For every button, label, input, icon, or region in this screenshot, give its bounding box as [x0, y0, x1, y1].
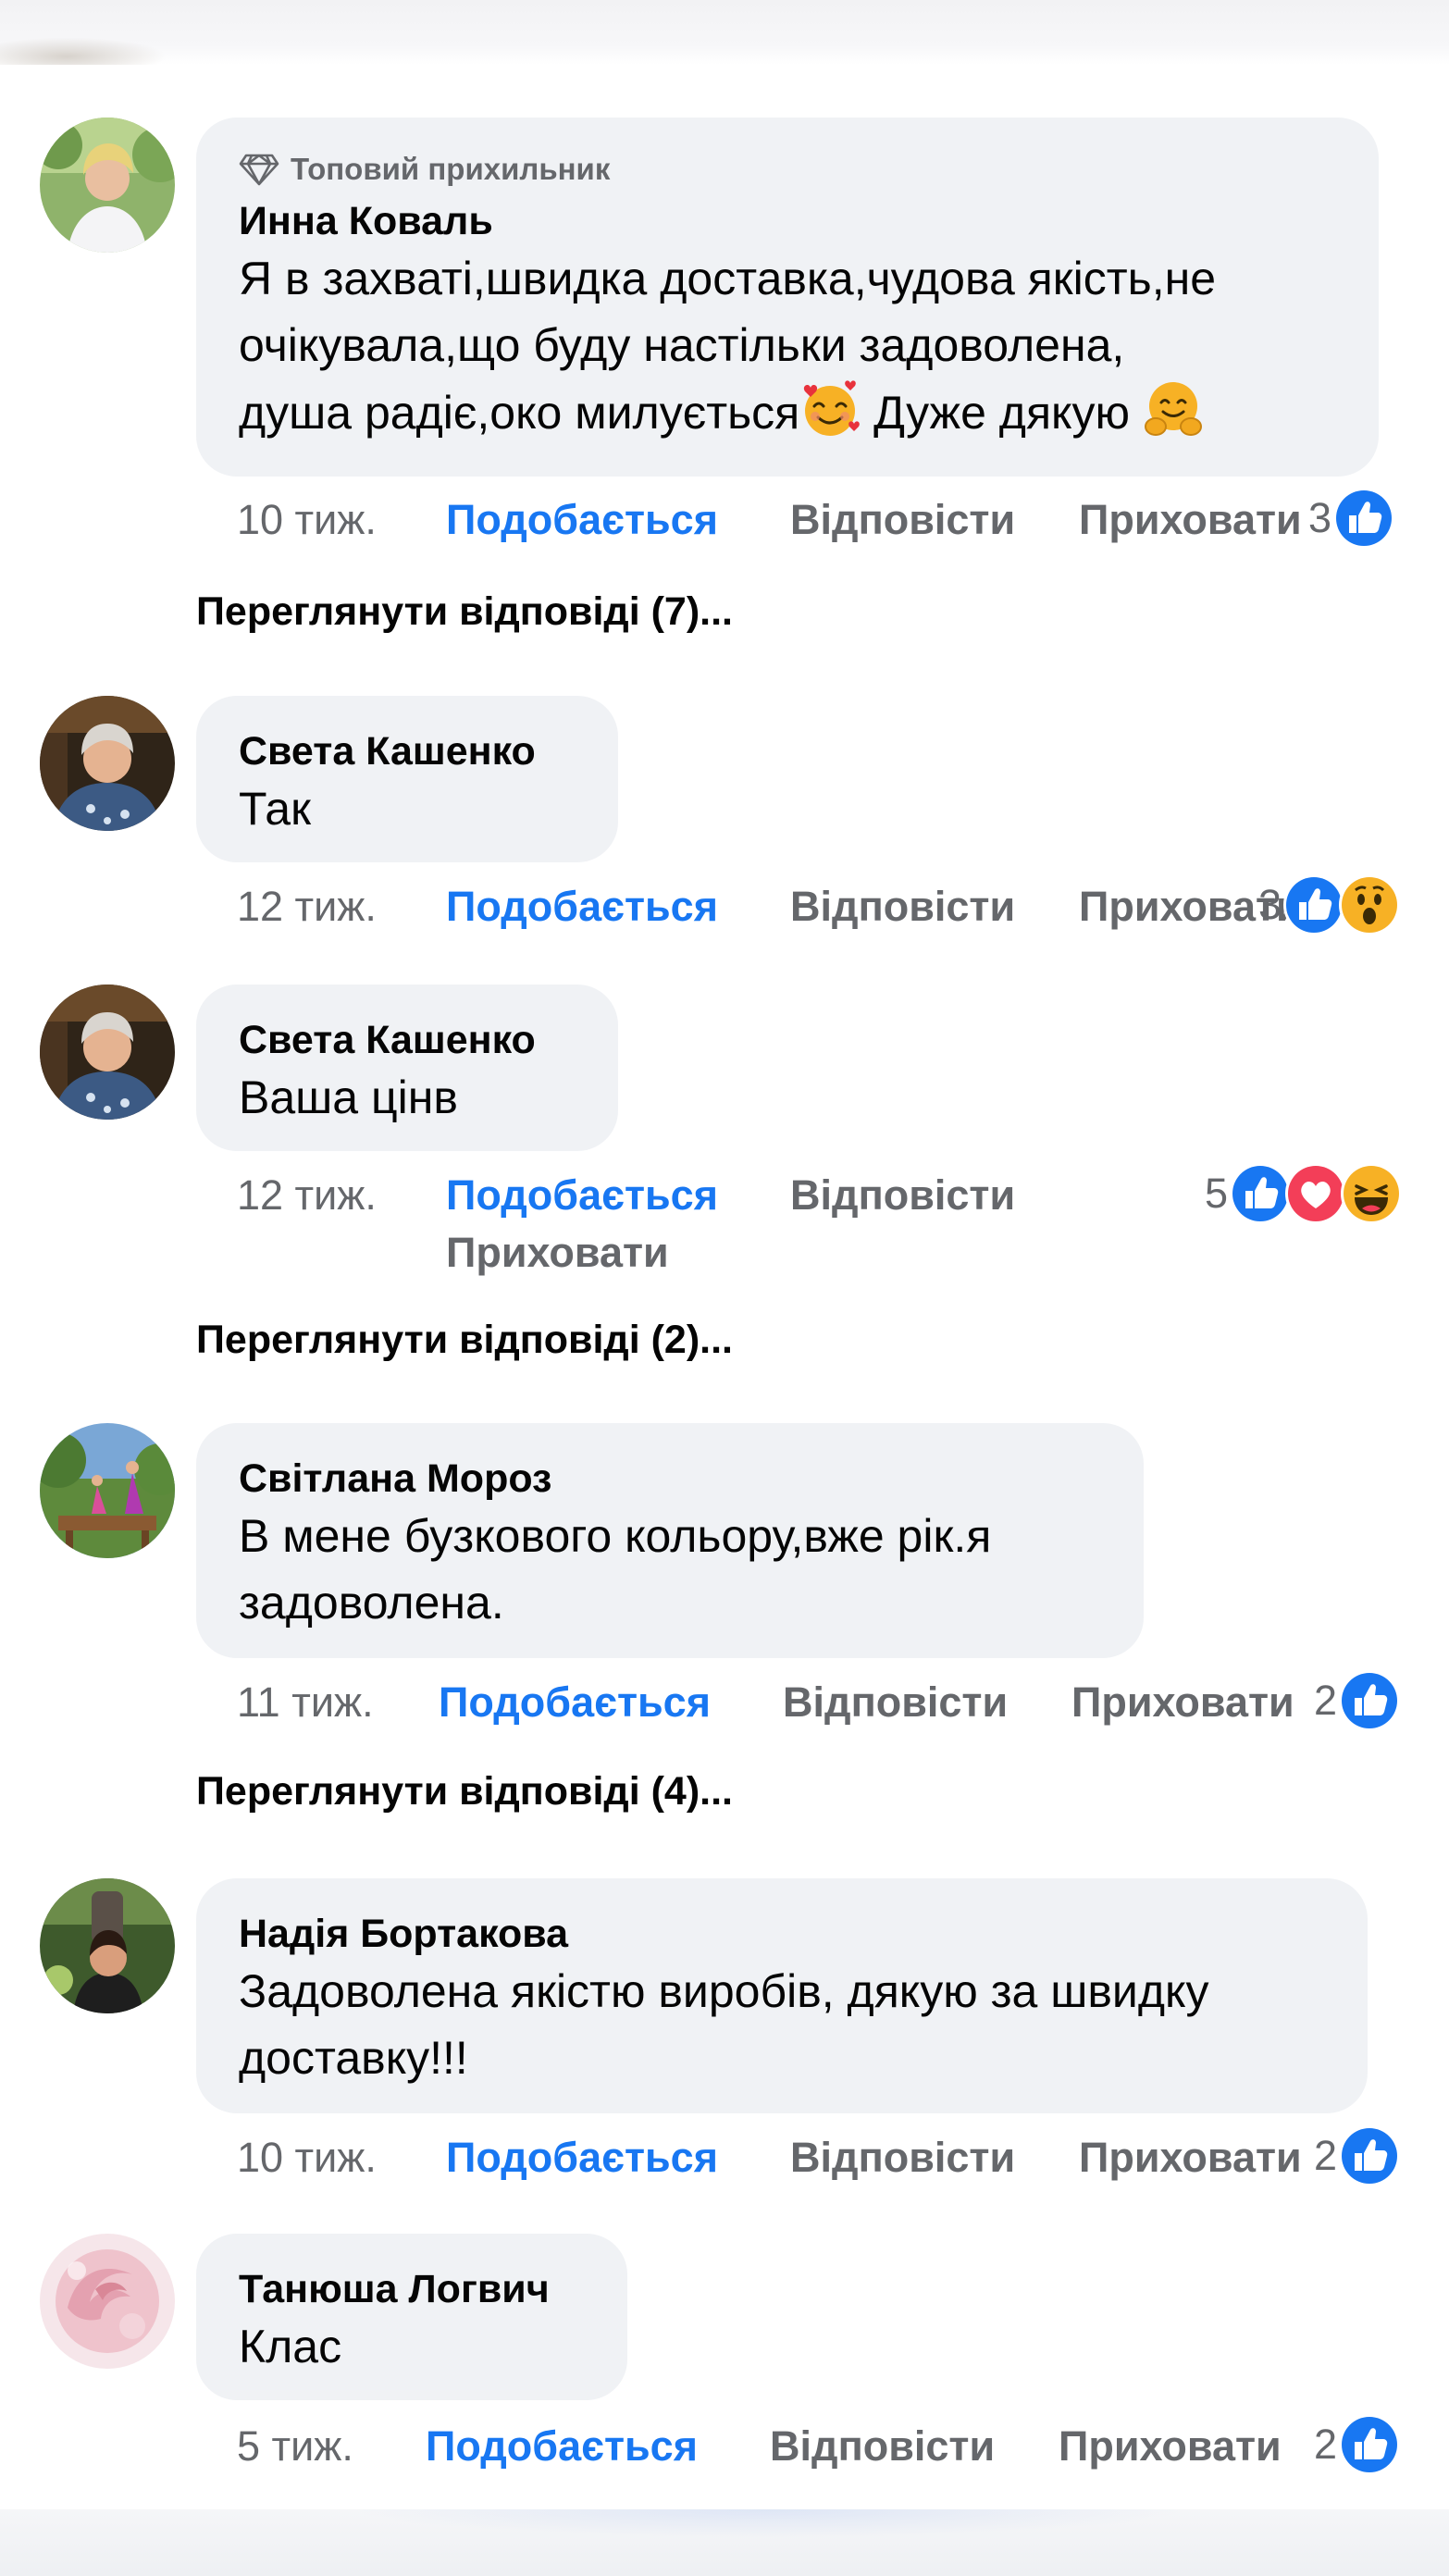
diamond-icon: [239, 154, 279, 186]
reaction-summary[interactable]: 5: [1205, 1163, 1403, 1224]
comment-text-line: Дуже дякую: [861, 387, 1143, 439]
view-replies-link[interactable]: Переглянути відповіді (2)...: [196, 1318, 733, 1363]
comment-text-line: очікувала,що буду настільки задоволена,: [239, 319, 1125, 371]
wow-reaction-icon: [1339, 874, 1401, 935]
comment-bubble: Надія Бортакова Задоволена якістю виробі…: [196, 1878, 1368, 2113]
like-button[interactable]: Подобається: [446, 879, 718, 935]
comment-time[interactable]: 12 тиж.: [237, 1168, 377, 1223]
comment-time[interactable]: 12 тиж.: [237, 879, 377, 935]
comment-author[interactable]: Света Кашенко: [239, 727, 576, 775]
hide-button[interactable]: Приховати: [1079, 2130, 1302, 2186]
reply-button[interactable]: Відповісти: [790, 1168, 1015, 1223]
avatar[interactable]: [40, 118, 175, 253]
badge-label: Топовий прихильник: [291, 152, 611, 186]
comment-text-line: доставку!!!: [239, 2032, 468, 2084]
comment-text: Так: [239, 783, 311, 835]
comment-text: Я в захваті,швидка доставка,чудова якіст…: [239, 245, 1336, 446]
reaction-count: 5: [1205, 1170, 1229, 1217]
comment-time[interactable]: 10 тиж.: [237, 492, 377, 548]
comment-bubble: Топовий прихильник Инна Коваль Я в захва…: [196, 118, 1379, 477]
comment-author[interactable]: Инна Коваль: [239, 197, 1336, 245]
hugging-face-emoji: [1143, 378, 1204, 440]
view-replies-link[interactable]: Переглянути відповіді (7)...: [196, 589, 733, 635]
comment-text: Задоволена якістю виробів, дякую за швид…: [239, 1958, 1325, 2091]
comment-text-line: Я в захваті,швидка доставка,чудова якіст…: [239, 253, 1217, 304]
like-reaction-icon: [1230, 1163, 1292, 1224]
reaction-count: 3: [1308, 494, 1332, 541]
comment-time[interactable]: 5 тиж.: [237, 2419, 353, 2474]
avatar[interactable]: [40, 2234, 175, 2369]
like-button[interactable]: Подобається: [439, 1675, 711, 1730]
comment-text-line: Задоволена якістю виробів, дякую за швид…: [239, 1965, 1209, 2017]
comment-text: В мене бузкового кольору,вже рік.я задов…: [239, 1503, 1101, 1636]
like-reaction-icon: [1333, 488, 1395, 549]
top-faded-edge: [0, 0, 1449, 65]
comment-time[interactable]: 11 тиж.: [237, 1675, 374, 1730]
reaction-summary[interactable]: 3: [1258, 874, 1401, 935]
love-reaction-icon: [1285, 1163, 1347, 1224]
like-reaction-icon: [1339, 1670, 1401, 1731]
comment-bubble: Света Кашенко Так: [196, 696, 618, 862]
avatar[interactable]: [40, 696, 175, 831]
like-reaction-icon: [1339, 2414, 1401, 2475]
comment-bubble: Света Кашенко Ваша цінв: [196, 985, 618, 1151]
like-button[interactable]: Подобається: [446, 492, 718, 548]
reply-button[interactable]: Відповісти: [783, 1675, 1008, 1730]
smiling-face-with-hearts-emoji: [799, 378, 861, 440]
reply-button[interactable]: Відповісти: [770, 2419, 995, 2474]
reply-button[interactable]: Відповісти: [790, 879, 1015, 935]
comment-author[interactable]: Света Кашенко: [239, 1016, 576, 1064]
top-fan-badge: Топовий прихильник: [239, 151, 1336, 188]
like-button[interactable]: Подобається: [446, 1168, 718, 1223]
hide-button[interactable]: Приховати: [1079, 492, 1302, 548]
view-replies-link[interactable]: Переглянути відповіді (4)...: [196, 1769, 733, 1814]
comment-author[interactable]: Надія Бортакова: [239, 1910, 1325, 1958]
avatar[interactable]: [40, 1423, 175, 1558]
like-reaction-icon: [1339, 2125, 1401, 2186]
comment-text-line: задоволена.: [239, 1577, 504, 1629]
reply-button[interactable]: Відповісти: [790, 492, 1015, 548]
reaction-count: 3: [1258, 881, 1282, 928]
comment-text-line: душа радіє,око милується: [239, 387, 800, 439]
reply-button[interactable]: Відповісти: [790, 2130, 1015, 2186]
reaction-count: 2: [1314, 2132, 1338, 2179]
hide-button[interactable]: Приховати: [1071, 1675, 1294, 1730]
reaction-summary[interactable]: 2: [1314, 2125, 1401, 2186]
comment-time[interactable]: 10 тиж.: [237, 2130, 377, 2186]
reaction-summary[interactable]: 3: [1308, 488, 1395, 549]
haha-reaction-icon: [1341, 1163, 1403, 1224]
bottom-faded-edge: [0, 2509, 1449, 2576]
comment-author[interactable]: Танюша Логвич: [239, 2265, 585, 2313]
comment-text: Клас: [239, 2321, 342, 2372]
comment-author[interactable]: Світлана Мороз: [239, 1455, 1101, 1503]
like-button[interactable]: Подобається: [426, 2419, 698, 2474]
comment-text: Ваша цінв: [239, 1071, 458, 1123]
hide-button[interactable]: Приховати: [1059, 2419, 1282, 2474]
comment-bubble: Світлана Мороз В мене бузкового кольору,…: [196, 1423, 1144, 1658]
hide-button[interactable]: Приховати: [446, 1225, 669, 1281]
comment-text-line: В мене бузкового кольору,вже рік.я: [239, 1510, 992, 1562]
like-button[interactable]: Подобається: [446, 2130, 718, 2186]
like-reaction-icon: [1283, 874, 1345, 935]
reaction-summary[interactable]: 2: [1314, 1670, 1401, 1731]
reaction-count: 2: [1314, 2421, 1338, 2468]
avatar[interactable]: [40, 985, 175, 1120]
comment-bubble: Танюша Логвич Клас: [196, 2234, 627, 2400]
reaction-summary[interactable]: 2: [1314, 2414, 1401, 2475]
reaction-count: 2: [1314, 1677, 1338, 1724]
avatar[interactable]: [40, 1878, 175, 2013]
